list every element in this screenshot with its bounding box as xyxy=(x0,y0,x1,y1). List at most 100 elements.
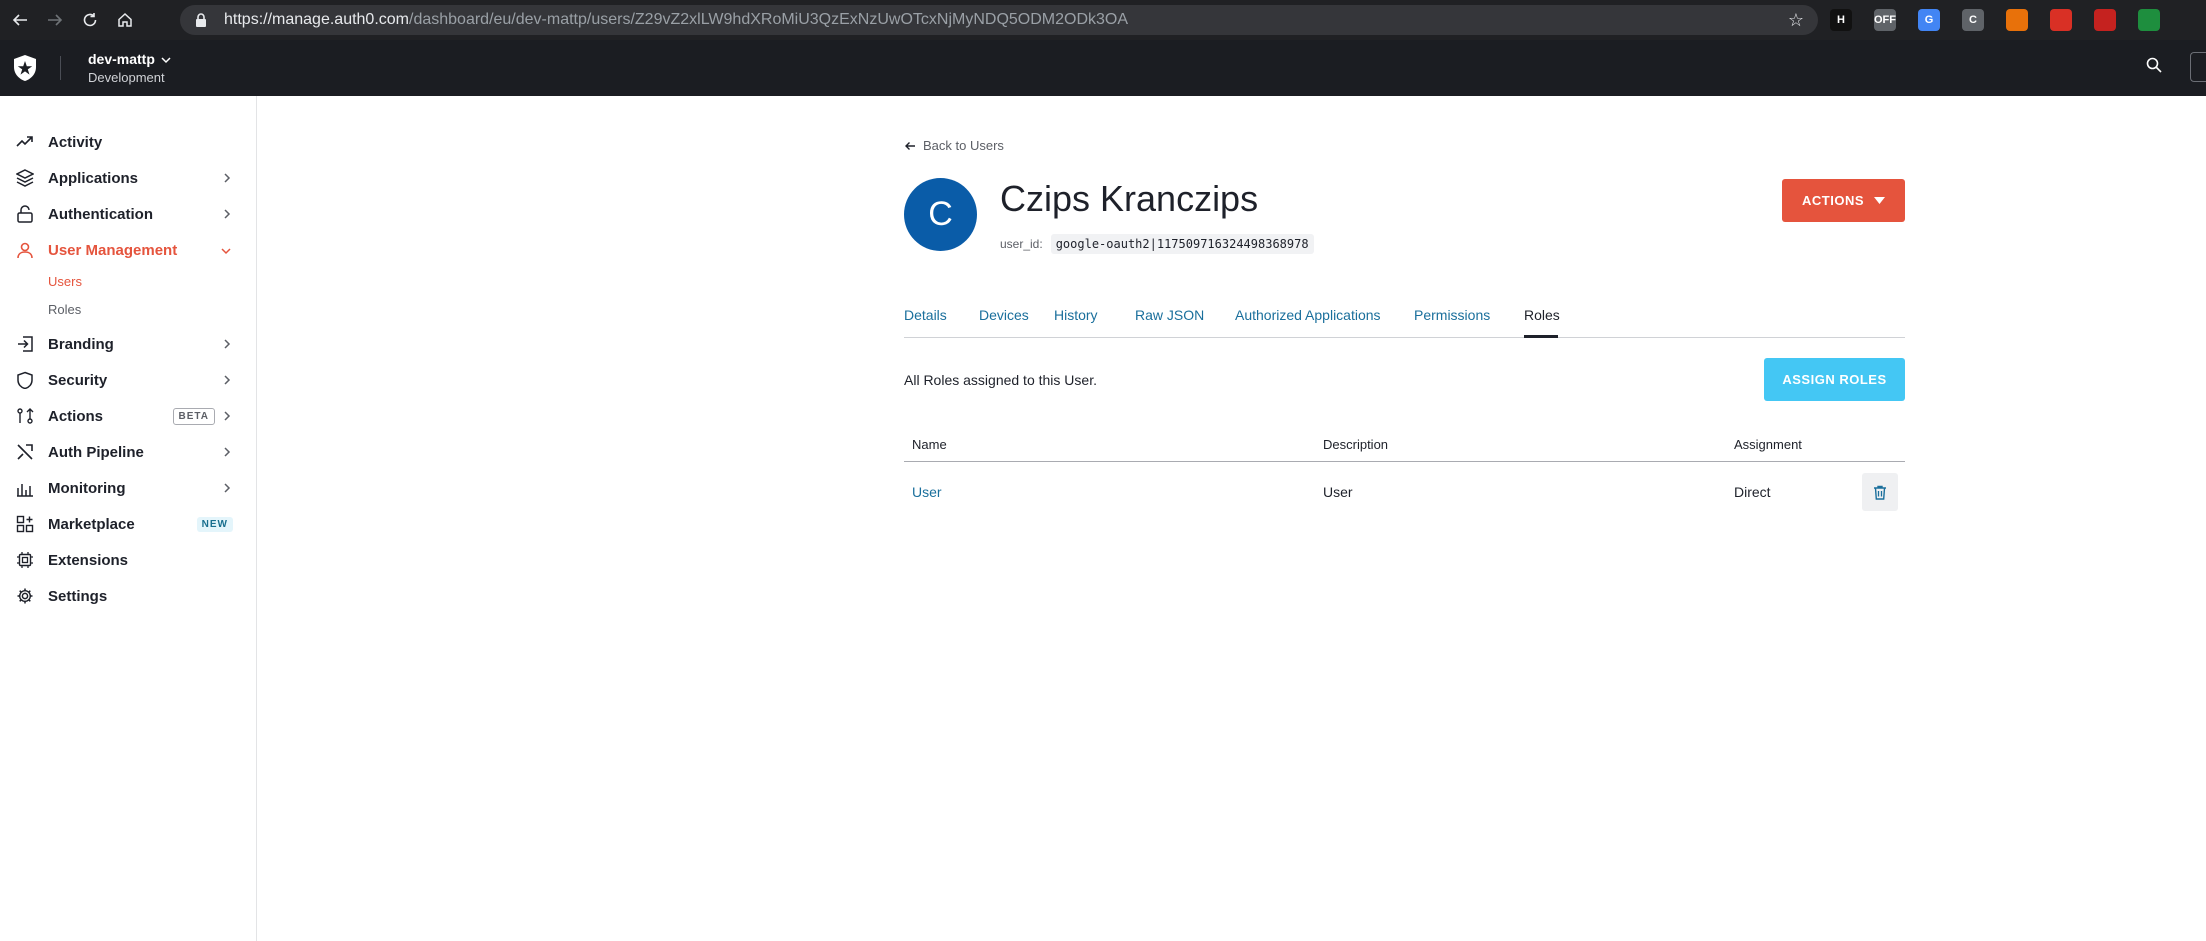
auth0-logo-icon[interactable] xyxy=(12,54,38,82)
sidebar-badge: BETA xyxy=(172,407,215,425)
forward-arrow-icon[interactable] xyxy=(40,5,70,35)
user-tabs: Details Devices History Raw JSON Authorized … xyxy=(904,307,1905,338)
active-tab-indicator xyxy=(1524,335,1558,338)
chevron-right-icon xyxy=(224,445,231,460)
tab-raw-json[interactable]: Raw JSON xyxy=(1135,307,1204,323)
chevron-right-icon xyxy=(224,481,231,496)
h-extension-icon[interactable]: H xyxy=(1830,9,1852,31)
sidebar-item-auth-pipeline[interactable]: Auth Pipeline xyxy=(0,434,257,470)
sidebar-subitem-users[interactable]: Users xyxy=(48,274,82,289)
sidebar-item-label: Activity xyxy=(48,133,103,151)
column-header-description: Description xyxy=(1323,437,1389,452)
sidebar-item-label: Actions xyxy=(48,407,104,425)
sidebar-item-branding[interactable]: Branding xyxy=(0,326,257,362)
sidebar-item-label: Authentication xyxy=(48,205,153,223)
user-id-row: user_id: google-oauth2|11750971632449836… xyxy=(1000,234,1314,254)
sidebar-item-label: Extensions xyxy=(48,551,129,569)
tab-history[interactable]: History xyxy=(1054,307,1098,323)
roles-table: Name Description Assignment User User Di… xyxy=(904,430,1905,522)
tenant-name: dev-mattp xyxy=(88,51,155,67)
user-id-label: user_id: xyxy=(1000,237,1043,251)
sidebar-item-label: User Management xyxy=(48,241,178,259)
column-header-name: Name xyxy=(912,437,947,452)
settings-icon xyxy=(16,587,34,605)
chevron-down-icon xyxy=(221,243,231,258)
tab-devices[interactable]: Devices xyxy=(979,307,1029,323)
tab-details[interactable]: Details xyxy=(904,307,947,323)
sidebar-item-extensions[interactable]: Extensions xyxy=(0,542,257,578)
sidebar-item-settings[interactable]: Settings xyxy=(0,578,257,614)
user-id-value: google-oauth2|117509716324498368978 xyxy=(1050,234,1314,254)
sidebar-item-label: Branding xyxy=(48,335,114,353)
user-name: Czips Kranczips xyxy=(1000,178,1259,219)
toggle-extension-icon[interactable]: OFF xyxy=(1874,9,1896,31)
header-divider xyxy=(60,56,61,80)
sidebar-item-actions[interactable]: Actions BETA xyxy=(0,398,257,434)
user-avatar: C xyxy=(904,178,977,251)
pipeline-icon xyxy=(16,443,34,461)
column-header-assignment: Assignment xyxy=(1734,437,1802,452)
browser-toolbar: https://manage.auth0.com/dashboard/eu/de… xyxy=(0,0,2206,40)
chevron-right-icon xyxy=(224,373,231,388)
extensions-icon xyxy=(16,551,34,569)
translate-extension-icon[interactable]: G xyxy=(1918,9,1940,31)
sidebar-item-label: Applications xyxy=(48,169,139,187)
sidebar-item-marketplace[interactable]: Marketplace NEW xyxy=(0,506,257,542)
arrow-left-icon xyxy=(905,141,915,150)
reload-icon[interactable] xyxy=(75,5,105,35)
table-row: User User Direct xyxy=(904,462,1905,522)
user-icon xyxy=(16,241,34,259)
actions-button[interactable]: ACTIONS xyxy=(1782,179,1905,222)
home-icon[interactable] xyxy=(110,5,140,35)
sidebar-item-authentication[interactable]: Authentication xyxy=(0,196,257,232)
chevron-right-icon xyxy=(224,207,231,222)
sidebar-item-activity[interactable]: Activity xyxy=(0,124,257,160)
role-description: User xyxy=(1323,484,1353,500)
role-name-link[interactable]: User xyxy=(912,484,942,500)
branding-icon xyxy=(16,335,34,353)
chevron-down-icon xyxy=(161,51,171,67)
red-extension-icon[interactable] xyxy=(2050,9,2072,31)
table-header: Name Description Assignment xyxy=(904,430,1905,462)
sidebar-item-applications[interactable]: Applications xyxy=(0,160,257,196)
tenant-switcher[interactable]: dev-mattp Development xyxy=(88,51,171,85)
marketplace-icon xyxy=(16,515,34,533)
chevron-right-icon xyxy=(224,409,231,424)
tab-permissions[interactable]: Permissions xyxy=(1414,307,1490,323)
sidebar-item-label: Settings xyxy=(48,587,108,605)
header-overflow-button[interactable] xyxy=(2190,52,2206,82)
back-to-users-link[interactable]: Back to Users xyxy=(904,138,1004,153)
assign-roles-button[interactable]: ASSIGN ROLES xyxy=(1764,358,1905,401)
search-icon[interactable] xyxy=(2145,56,2163,79)
c-extension-icon[interactable]: C xyxy=(1962,9,1984,31)
actions-icon xyxy=(16,407,34,425)
tenant-environment: Development xyxy=(88,70,165,85)
url-text: https://manage.auth0.com/dashboard/eu/de… xyxy=(224,11,1129,28)
monitoring-icon xyxy=(16,479,34,497)
chevron-right-icon xyxy=(224,337,231,352)
extensions-bar: H OFF G C xyxy=(1830,9,2182,31)
red-square-extension-icon[interactable] xyxy=(2094,9,2116,31)
bookmark-star-icon[interactable]: ☆ xyxy=(1788,10,1804,31)
sidebar-item-monitoring[interactable]: Monitoring xyxy=(0,470,257,506)
sidebar: Activity Applications Authentication User M… xyxy=(0,96,257,941)
chevron-right-icon xyxy=(224,171,231,186)
tab-authorized-applications[interactable]: Authorized Applications xyxy=(1235,307,1381,323)
back-arrow-icon[interactable] xyxy=(5,5,35,35)
sidebar-badge: NEW xyxy=(196,516,233,532)
app-header: dev-mattp Development xyxy=(0,40,2206,96)
sidebar-item-security[interactable]: Security xyxy=(0,362,257,398)
firefox-extension-icon[interactable] xyxy=(2006,9,2028,31)
sidebar-item-user-management[interactable]: User Management xyxy=(0,232,257,268)
address-bar[interactable]: https://manage.auth0.com/dashboard/eu/de… xyxy=(180,5,1818,35)
sidebar-subitem-roles[interactable]: Roles xyxy=(48,302,81,317)
lock-icon xyxy=(16,205,34,223)
sidebar-item-label: Security xyxy=(48,371,108,389)
tab-roles[interactable]: Roles xyxy=(1524,307,1560,323)
remove-role-button[interactable] xyxy=(1862,473,1898,511)
green-extension-icon[interactable] xyxy=(2138,9,2160,31)
sidebar-item-label: Auth Pipeline xyxy=(48,443,144,461)
roles-description: All Roles assigned to this User. xyxy=(904,372,1097,388)
shield-icon xyxy=(16,371,34,389)
lock-icon xyxy=(194,12,208,28)
